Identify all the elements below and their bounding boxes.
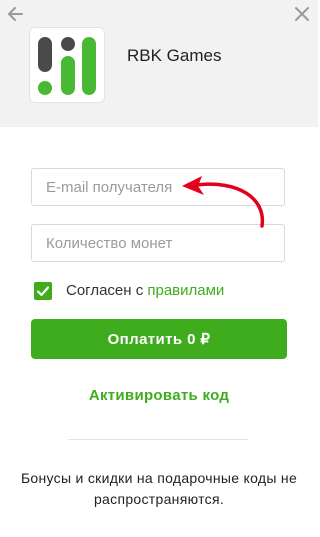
merchant-header: RBK Games — [0, 0, 318, 127]
coins-amount-field[interactable] — [31, 224, 285, 262]
rbk-games-logo — [30, 28, 104, 102]
agree-text: Согласен с — [66, 282, 148, 299]
rules-link[interactable]: правилами — [147, 282, 224, 299]
agree-label: Согласен с правилами — [66, 282, 224, 300]
logo-graphic — [38, 37, 96, 95]
pay-button[interactable]: Оплатить 0 ₽ — [31, 319, 287, 359]
email-field[interactable] — [31, 168, 285, 206]
check-icon — [36, 286, 50, 297]
merchant-name: RBK Games — [127, 46, 222, 65]
gift-codes-note: Бонусы и скидки на подарочные коды не ра… — [20, 470, 298, 507]
activate-code-link[interactable]: Активировать код — [0, 387, 318, 404]
arrow-left-icon[interactable] — [6, 5, 24, 23]
close-icon[interactable] — [294, 6, 310, 22]
agree-checkbox[interactable] — [34, 282, 52, 300]
divider — [68, 439, 248, 440]
